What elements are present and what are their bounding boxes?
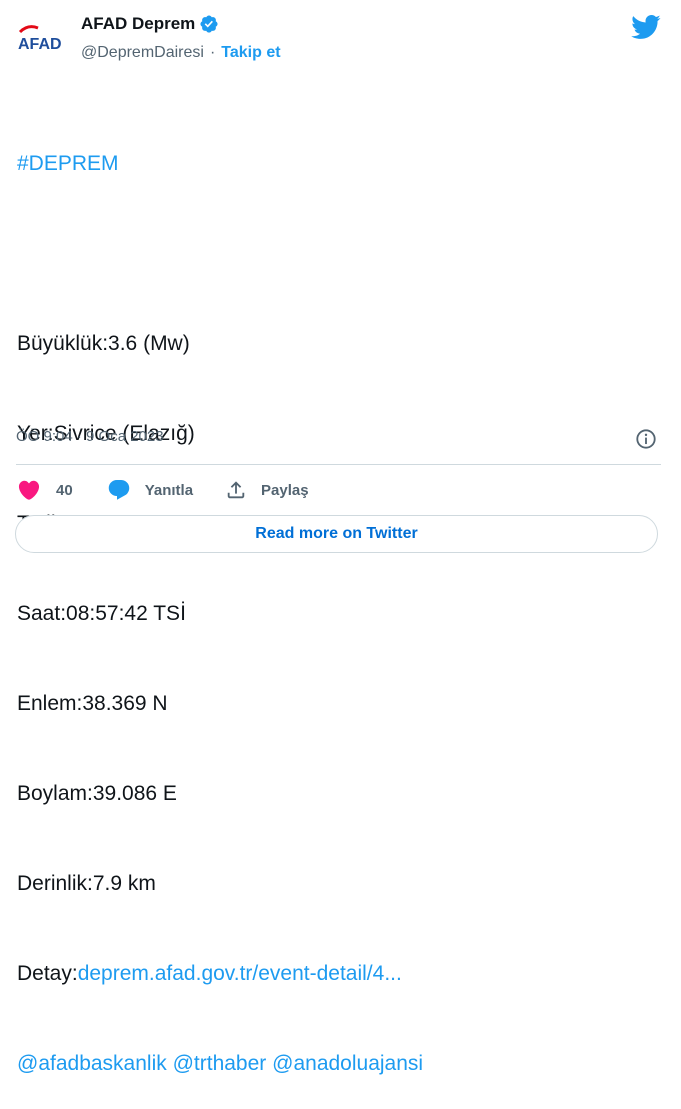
verified-badge-icon <box>200 15 218 33</box>
author-handle-row: @DepremDairesi · Takip et <box>81 44 281 62</box>
author-name-row[interactable]: AFAD Deprem <box>81 14 219 34</box>
mention-afadbaskanlik[interactable]: @afadbaskanlik <box>17 1052 167 1075</box>
author-handle[interactable]: @DepremDairesi <box>81 44 204 62</box>
hashtag-link[interactable]: #DEPREM <box>17 149 423 179</box>
twitter-bird-icon[interactable] <box>630 14 661 40</box>
heart-icon <box>18 480 40 500</box>
action-bar: 40 Yanıtla Paylaş <box>16 478 309 502</box>
magnitude-line: Büyüklük:3.6 (Mw) <box>17 332 190 355</box>
afad-logo[interactable]: AFAD <box>16 22 72 58</box>
like-button[interactable]: 40 <box>16 478 73 502</box>
mention-anadoluajansi[interactable]: @anadoluajansi <box>272 1052 423 1075</box>
tweet-body: #DEPREM Büyüklük:3.6 (Mw) Yer:Sivrice (E… <box>17 89 423 1109</box>
reply-bubble-icon <box>108 480 129 500</box>
time-line: Saat:08:57:42 TSİ <box>17 602 186 625</box>
mentions-line: @afadbaskanlik @trthaber @anadoluajansi <box>17 1049 423 1079</box>
follow-button[interactable]: Takip et <box>221 44 280 62</box>
like-count: 40 <box>56 481 73 499</box>
divider <box>16 464 661 465</box>
detail-line: Detay:deprem.afad.gov.tr/event-detail/4.… <box>17 959 423 989</box>
reply-label: Yanıtla <box>144 481 194 499</box>
longitude-line: Boylam:39.086 E <box>17 782 177 805</box>
info-icon[interactable] <box>635 428 657 450</box>
svg-text:AFAD: AFAD <box>18 36 62 53</box>
detail-label: Detay: <box>17 962 78 985</box>
share-button[interactable]: Paylaş <box>225 479 309 501</box>
read-more-button[interactable]: Read more on Twitter <box>15 515 658 553</box>
separator: · <box>209 44 216 61</box>
latitude-line: Enlem:38.369 N <box>17 692 168 715</box>
depth-line: Derinlik:7.9 km <box>17 872 156 895</box>
tweet-timestamp[interactable]: ÖÖ 9:04 · 9 Oca 2023 <box>16 428 164 445</box>
reply-button[interactable]: Yanıtla <box>107 478 193 502</box>
author-name[interactable]: AFAD Deprem <box>81 14 195 34</box>
mention-trthaber[interactable]: @trthaber <box>173 1052 267 1075</box>
detail-link[interactable]: deprem.afad.gov.tr/event-detail/4... <box>78 962 402 985</box>
share-icon <box>227 481 245 499</box>
share-label: Paylaş <box>261 481 309 499</box>
